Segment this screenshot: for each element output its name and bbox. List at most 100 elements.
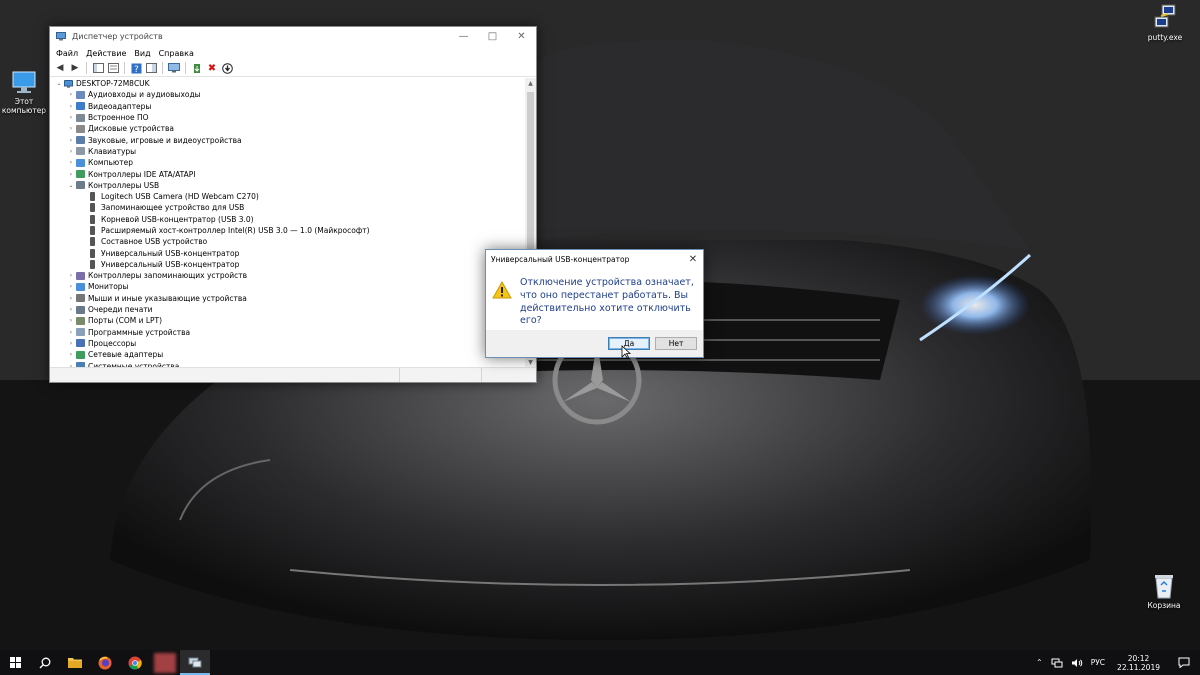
tree-item-label: Корневой USB-концентратор (USB 3.0): [101, 214, 254, 224]
device-manager-window[interactable]: Диспетчер устройств — □ ✕ Файл Действие …: [49, 26, 537, 383]
dialog-close-icon[interactable]: ✕: [683, 254, 703, 265]
tree-item-label: Программные устройства: [88, 327, 191, 337]
properties-icon[interactable]: [106, 61, 120, 75]
warning-icon: [492, 281, 512, 299]
tree-item[interactable]: Расширяемый хост-контроллер Intel(R) USB…: [50, 225, 526, 236]
tree-item-label: Видеоадаптеры: [88, 101, 152, 111]
notifications-icon[interactable]: [1168, 657, 1200, 668]
tree-item[interactable]: › Дисковые устройства: [50, 123, 526, 134]
search-button[interactable]: [30, 650, 60, 675]
dialog-title-bar[interactable]: Универсальный USB-концентратор ✕: [486, 250, 703, 268]
help-icon[interactable]: ?: [129, 61, 143, 75]
tree-item[interactable]: › Аудиовходы и аудиовыходы: [50, 89, 526, 100]
tree-item[interactable]: › Контроллеры IDE ATA/ATAPI: [50, 168, 526, 179]
taskbar-blurred-app[interactable]: [150, 650, 180, 675]
tree-item-label: Компьютер: [88, 158, 133, 168]
taskbar: ⌃ РУС 20:12 22.11.2019: [0, 650, 1200, 675]
taskbar-device-manager[interactable]: [180, 650, 210, 675]
tree-item-label: Мониторы: [88, 282, 129, 292]
tree-item[interactable]: › Процессоры: [50, 338, 526, 349]
action-pane-icon[interactable]: [144, 61, 158, 75]
desktop-icon-this-pc[interactable]: Этот компьютер: [0, 70, 52, 115]
forward-arrow-icon[interactable]: ▶: [68, 61, 82, 75]
uninstall-device-icon[interactable]: ✖: [205, 61, 219, 75]
expand-icon[interactable]: ›: [66, 295, 76, 302]
start-button[interactable]: [0, 650, 30, 675]
expand-icon[interactable]: ›: [66, 148, 76, 155]
language-indicator[interactable]: РУС: [1087, 658, 1109, 667]
show-hide-console-tree-icon[interactable]: [91, 61, 105, 75]
expand-icon[interactable]: ›: [66, 329, 76, 336]
windows-logo-icon: [9, 657, 21, 668]
menu-file[interactable]: Файл: [52, 49, 82, 58]
svg-text:?: ?: [134, 65, 139, 74]
menu-action[interactable]: Действие: [82, 49, 130, 58]
tree-item[interactable]: › Мониторы: [50, 281, 526, 292]
expand-icon[interactable]: ›: [66, 91, 76, 98]
taskbar-firefox[interactable]: [90, 650, 120, 675]
tree-item[interactable]: › Клавиатуры: [50, 146, 526, 157]
clock[interactable]: 20:12 22.11.2019: [1109, 654, 1168, 672]
expand-icon[interactable]: ›: [66, 114, 76, 121]
expand-icon[interactable]: ›: [66, 103, 76, 110]
menu-view[interactable]: Вид: [130, 49, 154, 58]
tree-item[interactable]: Logitech USB Camera (HD Webcam C270): [50, 191, 526, 202]
device-category-icon: [76, 181, 85, 190]
title-bar[interactable]: Диспетчер устройств — □ ✕: [50, 27, 536, 46]
no-button[interactable]: Нет: [655, 337, 697, 350]
window-title: Диспетчер устройств: [72, 32, 163, 41]
tree-item[interactable]: › Сетевые адаптеры: [50, 349, 526, 360]
menu-help[interactable]: Справка: [155, 49, 198, 58]
usb-device-icon: [90, 192, 95, 202]
tree-item[interactable]: Запоминающее устройство для USB: [50, 202, 526, 213]
volume-icon[interactable]: [1067, 658, 1087, 668]
collapse-icon[interactable]: ⌄: [66, 182, 76, 189]
expand-icon[interactable]: ›: [66, 159, 76, 166]
tree-item[interactable]: ⌄ Контроллеры USB: [50, 180, 526, 191]
expand-icon[interactable]: ›: [66, 351, 76, 358]
tree-item[interactable]: › Звуковые, игровые и видеоустройства: [50, 134, 526, 145]
tree-root[interactable]: ⌄ DESKTOP-72M8CUK: [50, 78, 526, 89]
device-category-icon: [76, 305, 85, 314]
expand-icon[interactable]: ›: [66, 137, 76, 144]
expand-icon[interactable]: ›: [66, 272, 76, 279]
expand-icon[interactable]: ›: [66, 283, 76, 290]
tree-item[interactable]: › Контроллеры запоминающих устройств: [50, 270, 526, 281]
close-button[interactable]: ✕: [507, 27, 536, 46]
update-driver-icon[interactable]: [190, 61, 204, 75]
desktop-icon-putty[interactable]: putty.exe: [1137, 4, 1193, 43]
tree-item[interactable]: › Очереди печати: [50, 304, 526, 315]
device-manager-icon: [56, 32, 66, 41]
tree-item[interactable]: › Встроенное ПО: [50, 112, 526, 123]
device-category-icon: [76, 102, 85, 111]
taskbar-explorer[interactable]: [60, 650, 90, 675]
tree-item[interactable]: Составное USB устройство: [50, 236, 526, 247]
expand-icon[interactable]: ›: [66, 317, 76, 324]
expand-icon[interactable]: ›: [66, 125, 76, 132]
desktop-icon-recycle-bin[interactable]: Корзина: [1136, 572, 1192, 611]
taskbar-chrome[interactable]: [120, 650, 150, 675]
device-category-icon: [76, 158, 85, 167]
tree-item[interactable]: › Видеоадаптеры: [50, 101, 526, 112]
tree-item[interactable]: Универсальный USB-концентратор: [50, 259, 526, 270]
disable-device-icon[interactable]: [220, 61, 234, 75]
back-arrow-icon[interactable]: ◀: [53, 61, 67, 75]
expand-icon[interactable]: ›: [66, 306, 76, 313]
tree-item[interactable]: Универсальный USB-концентратор: [50, 247, 526, 258]
tree-item[interactable]: › Программные устройства: [50, 327, 526, 338]
maximize-button[interactable]: □: [478, 27, 507, 46]
expand-icon[interactable]: ›: [66, 171, 76, 178]
tree-item[interactable]: › Мыши и иные указывающие устройства: [50, 293, 526, 304]
disable-device-dialog[interactable]: Универсальный USB-концентратор ✕ Отключе…: [485, 249, 704, 358]
minimize-button[interactable]: —: [449, 27, 478, 46]
expand-icon[interactable]: ›: [66, 340, 76, 347]
tree-item[interactable]: Корневой USB-концентратор (USB 3.0): [50, 214, 526, 225]
computer-icon: [64, 79, 73, 88]
show-hidden-icons-icon[interactable]: ⌃: [1032, 658, 1047, 667]
tree-item[interactable]: › Компьютер: [50, 157, 526, 168]
scroll-up-icon[interactable]: ▲: [525, 78, 536, 89]
tree-item[interactable]: › Порты (COM и LPT): [50, 315, 526, 326]
network-icon[interactable]: [1047, 658, 1067, 668]
collapse-icon[interactable]: ⌄: [54, 80, 64, 87]
scan-hardware-icon[interactable]: [167, 61, 181, 75]
